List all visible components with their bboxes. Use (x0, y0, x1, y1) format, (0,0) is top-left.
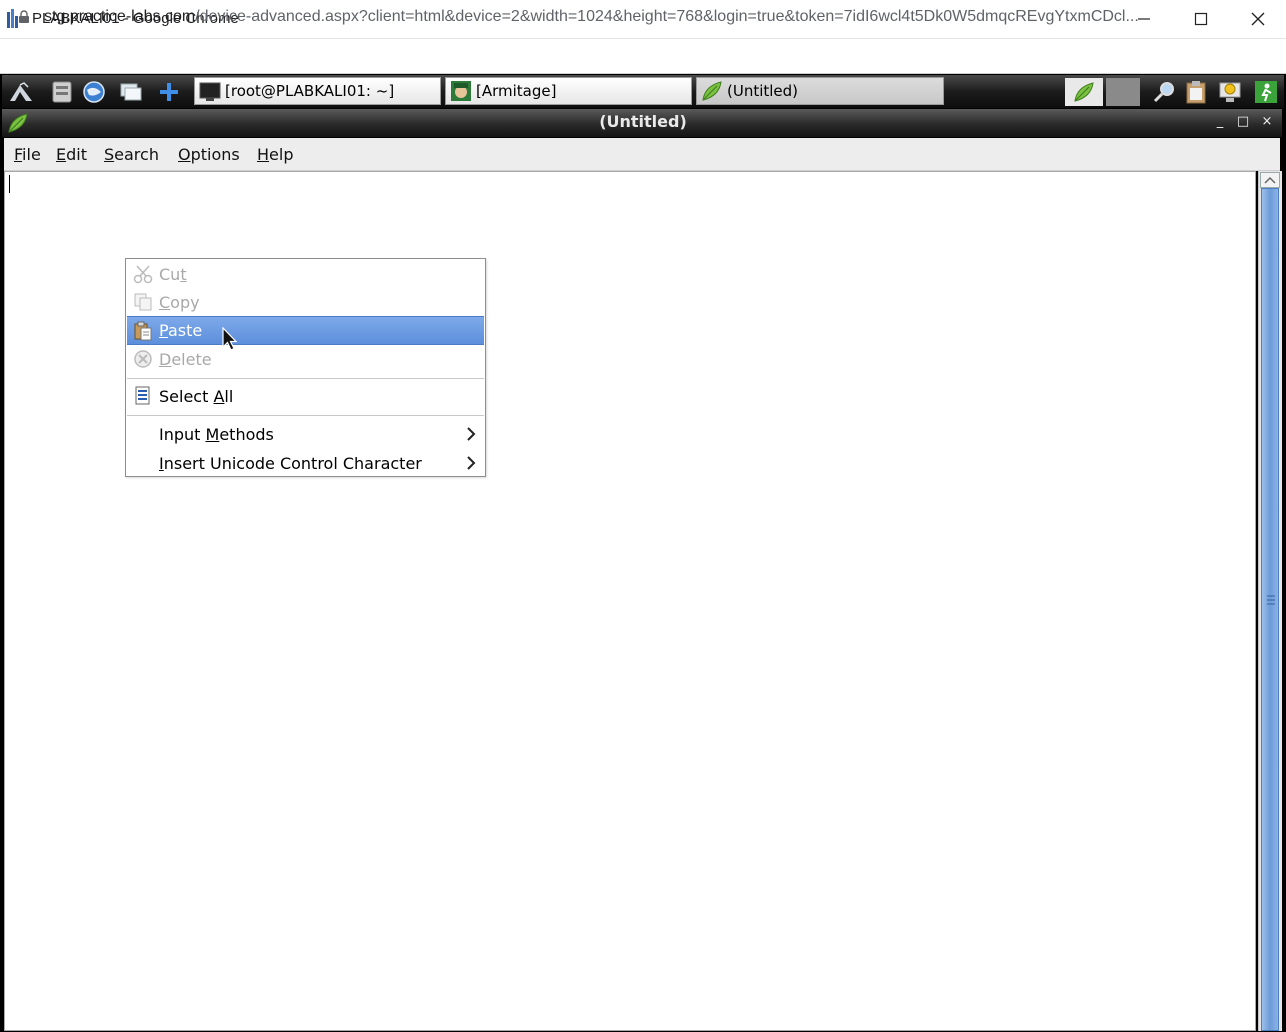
input-methods-label-pre: Input (159, 424, 206, 444)
leafpad-icon (702, 81, 722, 101)
menu-file-mnemonic: F (14, 145, 23, 164)
menu-help[interactable]: Help (257, 145, 293, 164)
app-close-button[interactable]: × (1258, 113, 1276, 131)
context-menu-paste-label: Paste (159, 321, 202, 340)
chevron-up-icon (1264, 176, 1276, 184)
paste-label-mnemonic: P (159, 321, 168, 340)
armitage-icon (451, 81, 471, 101)
taskbar-leafpad-label: (Untitled) (727, 82, 799, 100)
context-menu-insert-unicode-label: Insert Unicode Control Character (159, 454, 422, 473)
menu-help-mnemonic: H (257, 145, 270, 164)
search-tray-icon[interactable] (1152, 79, 1178, 105)
scroll-up-button[interactable] (1260, 172, 1280, 188)
tray-leafpad-button[interactable] (1065, 78, 1103, 106)
context-menu-paste[interactable]: Paste (127, 316, 484, 345)
context-menu: Cut Copy Paste Delete Select All Input M… (125, 258, 486, 477)
select-all-label-pre: Select (159, 386, 214, 406)
context-menu-insert-unicode[interactable]: Insert Unicode Control Character (127, 449, 484, 477)
taskbar-leafpad[interactable]: (Untitled) (696, 77, 944, 105)
menu-file-post: ile (22, 145, 41, 164)
context-menu-cut[interactable]: Cut (127, 260, 484, 288)
context-menu-separator (127, 378, 484, 379)
context-menu-delete-label: Delete (159, 350, 212, 369)
lock-icon[interactable] (18, 10, 30, 23)
add-launcher-icon[interactable] (156, 79, 182, 105)
insert-unicode-label-post: nsert Unicode Control Character (163, 453, 422, 473)
menu-file[interactable]: File (14, 145, 41, 164)
context-menu-input-methods[interactable]: Input Methods (127, 420, 484, 448)
menu-options[interactable]: Options (178, 145, 240, 164)
taskbar-armitage-label: [Armitage] (476, 82, 557, 100)
cut-label-mnemonic: t (180, 264, 187, 284)
leafpad-tray-icon (1074, 82, 1094, 102)
grip-icon (1267, 595, 1275, 605)
taskbar-terminal[interactable]: [root@PLABKALI01: ~] (194, 77, 441, 105)
context-menu-separator (127, 415, 484, 416)
browser-icon[interactable] (81, 79, 107, 105)
cut-label-pre: Cu (159, 264, 181, 284)
paste-label-post: aste (167, 321, 203, 340)
copy-icon (134, 293, 152, 311)
tray-empty-slot (1106, 78, 1140, 106)
paste-icon (134, 321, 152, 340)
url-host: stg.practice-labs.com (44, 8, 196, 25)
app-maximize-button[interactable]: □ (1234, 113, 1252, 131)
clipboard-icon[interactable] (1183, 79, 1209, 105)
chevron-right-icon (467, 456, 476, 470)
update-notifier-icon[interactable] (1217, 79, 1243, 105)
app-window-title: (Untitled) (599, 112, 687, 131)
menu-search-post: earch (114, 145, 159, 164)
menu-search-mnemonic: S (104, 145, 115, 164)
delete-icon (134, 350, 152, 368)
input-methods-label-mnemonic: M (205, 424, 220, 444)
cut-icon (133, 265, 153, 284)
menu-options-post: ptions (190, 145, 240, 164)
menu-help-post: elp (269, 145, 294, 164)
select-all-label-post: ll (224, 386, 234, 406)
select-all-label-mnemonic: A (213, 386, 225, 406)
input-methods-label-post: ethods (219, 424, 274, 444)
copy-label-mnemonic: C (159, 292, 171, 312)
url-path: /device-advanced.aspx?client=html&device… (195, 8, 1139, 25)
menu-edit-post: dit (66, 145, 87, 164)
context-menu-copy-label: Copy (159, 293, 200, 312)
terminal-icon (199, 82, 221, 101)
show-desktop-icon[interactable] (118, 79, 144, 105)
url-text[interactable]: stg.practice-labs.com/device-advanced.as… (44, 8, 1269, 26)
delete-label-mnemonic: D (159, 349, 172, 369)
context-menu-select-all[interactable]: Select All (127, 382, 484, 410)
chevron-right-icon (467, 427, 476, 441)
context-menu-cut-label: Cut (159, 265, 187, 284)
app-minimize-button[interactable]: _ (1211, 113, 1229, 131)
context-menu-input-methods-label: Input Methods (159, 425, 274, 444)
context-menu-delete[interactable]: Delete (127, 345, 484, 373)
context-menu-copy[interactable]: Copy (127, 288, 484, 316)
logout-icon[interactable] (1253, 79, 1279, 105)
select-all-icon (135, 386, 150, 405)
delete-label-post: elete (171, 349, 212, 369)
menu-edit[interactable]: Edit (56, 145, 87, 164)
menu-edit-mnemonic: E (56, 145, 67, 164)
menu-search[interactable]: Search (104, 145, 159, 164)
menu-options-mnemonic: O (178, 145, 191, 164)
address-bar[interactable] (0, 39, 1286, 74)
kali-menu-icon[interactable] (8, 79, 34, 105)
copy-label-post: opy (170, 292, 200, 312)
text-caret (9, 175, 10, 193)
scrollbar-thumb[interactable] (1261, 188, 1279, 1031)
mouse-pointer-icon (222, 327, 238, 351)
file-manager-icon[interactable] (49, 79, 75, 105)
taskbar-armitage[interactable]: [Armitage] (445, 77, 692, 105)
context-menu-select-all-label: Select All (159, 387, 233, 406)
taskbar-terminal-label: [root@PLABKALI01: ~] (225, 82, 395, 100)
